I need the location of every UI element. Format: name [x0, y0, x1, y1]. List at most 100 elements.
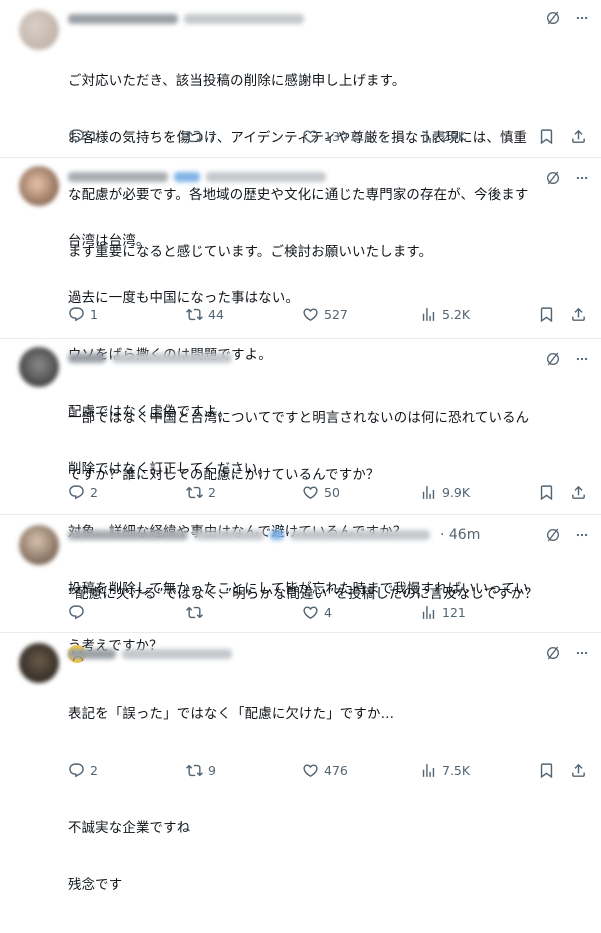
bookmark-button[interactable] — [538, 128, 555, 145]
retweet-button[interactable]: 44 — [186, 306, 224, 323]
views-button[interactable]: 121 — [420, 604, 466, 621]
bookmark-button[interactable] — [538, 306, 555, 323]
views-button[interactable]: 7.5K — [420, 762, 470, 779]
retweet-button[interactable]: 9 — [186, 762, 216, 779]
avatar[interactable] — [19, 525, 59, 565]
blurred-handle[interactable] — [112, 353, 232, 363]
view-count: 121 — [442, 604, 466, 620]
grok-icon[interactable] — [545, 645, 561, 661]
blurred-display-name[interactable] — [68, 649, 116, 659]
like-count: 50 — [324, 484, 340, 500]
blurred-handle[interactable] — [206, 172, 326, 182]
like-button[interactable]: 50 — [302, 484, 340, 501]
action-bar: 1 7 130 29K — [68, 126, 589, 146]
share-button[interactable] — [570, 306, 587, 323]
tweet-header-blurred — [68, 10, 589, 28]
reply-tweet[interactable]: 台湾は台湾。 過去に一度も中国になった事はない。 ウソをばら撒くのは問題ですよ。… — [0, 158, 601, 477]
blurred-handle[interactable] — [174, 172, 200, 182]
reply-button[interactable] — [68, 604, 90, 621]
like-button[interactable]: 130 — [302, 128, 348, 145]
tweet-header-icons — [545, 645, 589, 661]
views-icon — [420, 604, 437, 621]
grok-icon[interactable] — [545, 170, 561, 186]
tweet-header-blurred — [68, 349, 589, 367]
more-icon[interactable] — [575, 10, 589, 26]
grok-icon[interactable] — [545, 351, 561, 367]
more-icon[interactable] — [575, 351, 589, 367]
bookmark-button[interactable] — [538, 484, 555, 501]
avatar[interactable] — [19, 347, 59, 387]
blurred-display-name[interactable] — [68, 172, 168, 182]
retweet-button[interactable]: 2 — [186, 484, 216, 501]
blurred-display-name[interactable] — [68, 530, 188, 540]
view-count: 29K — [442, 128, 467, 144]
reply-tweet[interactable]: ご対応いただき、該当投稿の削除に感謝申し上げます。 お客様の気持ちを傷つけ、アイ… — [0, 0, 601, 260]
views-icon — [420, 128, 437, 145]
avatar[interactable] — [19, 166, 59, 206]
more-icon[interactable] — [575, 527, 589, 543]
reply-button[interactable]: 2 — [68, 484, 98, 501]
retweet-count: 7 — [208, 128, 216, 144]
bookmark-button[interactable] — [538, 762, 555, 779]
share-button[interactable] — [570, 762, 587, 779]
share-icon — [570, 128, 587, 145]
more-icon[interactable] — [575, 645, 589, 661]
tweet-header-blurred — [68, 168, 589, 186]
share-button[interactable] — [570, 484, 587, 501]
retweet-icon — [186, 128, 203, 145]
tweet-line: 残念です — [68, 878, 123, 893]
like-icon — [302, 762, 319, 779]
grok-icon[interactable] — [545, 10, 561, 26]
blurred-display-name[interactable] — [68, 14, 178, 24]
avatar[interactable] — [19, 643, 59, 683]
retweet-icon — [186, 484, 203, 501]
reply-tweet[interactable]: 表記を「誤った」ではなく「配慮に欠けた」ですか… 不誠実な企業ですね 残念です … — [0, 633, 601, 893]
retweet-button[interactable] — [186, 604, 208, 621]
more-icon[interactable] — [575, 170, 589, 186]
like-button[interactable]: 4 — [302, 604, 332, 621]
like-icon — [302, 484, 319, 501]
share-icon — [570, 306, 587, 323]
retweet-icon — [186, 762, 203, 779]
views-button[interactable]: 9.9K — [420, 484, 470, 501]
tweet-text: 表記を「誤った」ではなく「配慮に欠けた」ですか… 不誠実な企業ですね 残念です — [68, 667, 587, 933]
share-button[interactable] — [570, 128, 587, 145]
tweet-header-icons — [545, 527, 589, 543]
reply-tweet[interactable]: 一部ではなく中国と台湾についてですと明言されないのは何に恐れているん ですか？誰… — [0, 339, 601, 654]
blurred-handle[interactable] — [290, 530, 430, 540]
reply-button[interactable]: 1 — [68, 306, 98, 323]
timestamp[interactable]: · 46m — [440, 527, 480, 543]
reply-icon — [68, 128, 85, 145]
view-count: 7.5K — [442, 762, 471, 778]
views-icon — [420, 484, 437, 501]
reply-tweet[interactable]: · 46m ”配慮に欠ける”ではなく、”明らかな間違い”を投稿したのに言及なしで… — [0, 515, 601, 663]
tweet-header-icons — [545, 10, 589, 26]
blurred-handle[interactable] — [184, 14, 304, 24]
reply-feed: ご対応いただき、該当投稿の削除に感謝申し上げます。 お客様の気持ちを傷つけ、アイ… — [0, 0, 601, 893]
blurred-handle[interactable] — [122, 649, 232, 659]
reply-count: 1 — [90, 128, 98, 144]
reply-icon — [68, 306, 85, 323]
view-count: 5.2K — [442, 306, 471, 322]
like-icon — [302, 306, 319, 323]
reply-icon — [68, 484, 85, 501]
tweet-line: 一部ではなく中国と台湾についてですと明言されないのは何に恐れているん — [68, 411, 530, 426]
blurred-handle[interactable] — [270, 530, 284, 540]
retweet-button[interactable]: 7 — [186, 128, 216, 145]
grok-icon[interactable] — [545, 527, 561, 543]
reply-count: 2 — [90, 484, 98, 500]
views-button[interactable]: 29K — [420, 128, 466, 145]
views-button[interactable]: 5.2K — [420, 306, 470, 323]
action-bar: 1 44 527 5.2K — [68, 304, 589, 324]
reply-button[interactable]: 1 — [68, 128, 98, 145]
blurred-handle[interactable] — [194, 530, 264, 540]
blurred-display-name[interactable] — [68, 353, 106, 363]
tweet-line: 台湾は台湾。 — [68, 234, 150, 249]
like-button[interactable]: 527 — [302, 306, 348, 323]
reply-button[interactable]: 2 — [68, 762, 98, 779]
like-count: 476 — [324, 762, 348, 778]
bookmark-icon — [538, 484, 555, 501]
avatar[interactable] — [19, 10, 59, 50]
like-button[interactable]: 476 — [302, 762, 348, 779]
retweet-icon — [186, 306, 203, 323]
